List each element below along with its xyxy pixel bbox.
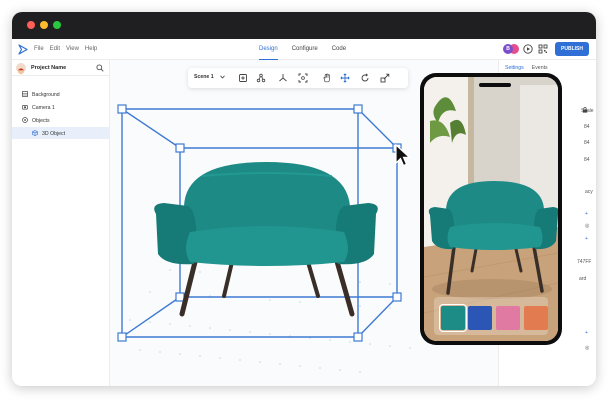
add-icon[interactable]: +: [585, 211, 588, 217]
menu-help[interactable]: Help: [85, 46, 97, 52]
app-toolbar: File Edit View Help Design Configure Cod…: [12, 39, 596, 60]
lock-icon[interactable]: [582, 107, 588, 113]
scene-hierarchy-panel: Project Name Background Camera 1 Objects…: [12, 60, 110, 386]
ar-preview-screen[interactable]: [424, 77, 558, 341]
camera-icon: [22, 105, 28, 110]
add-object-icon[interactable]: [238, 73, 248, 83]
focus-frame-icon[interactable]: [298, 73, 308, 83]
title-bar: [12, 12, 596, 39]
move-tool-icon[interactable]: [340, 73, 350, 83]
background-layer-icon: [22, 91, 28, 97]
project-name[interactable]: Project Name: [31, 65, 66, 71]
ar-room-background: [424, 77, 558, 341]
viewport-toolbar: Scene 1: [188, 68, 408, 88]
visibility-icon[interactable]: ◎: [585, 223, 589, 229]
hierarchy-icon[interactable]: [256, 73, 266, 83]
color-swatch-blue[interactable]: [468, 306, 492, 330]
rotate-tool-icon[interactable]: [360, 73, 370, 83]
tab-configure[interactable]: Configure: [292, 39, 318, 60]
pan-hand-icon[interactable]: [322, 73, 332, 83]
app-logo-icon: [18, 44, 28, 55]
menu-view[interactable]: View: [66, 46, 79, 52]
color-swatch-pink[interactable]: [496, 306, 520, 330]
tree-item-label: Objects: [32, 117, 50, 124]
field-value[interactable]: 84: [584, 157, 590, 163]
color-swatch-teal[interactable]: [439, 304, 467, 332]
main-menu: File Edit View Help: [34, 46, 97, 52]
field-value[interactable]: 84: [584, 124, 590, 130]
qr-code-icon[interactable]: [538, 44, 548, 54]
objects-icon: [22, 117, 28, 123]
project-emoji-icon: [18, 68, 24, 75]
mode-tabs: Design Configure Code: [259, 39, 346, 60]
search-icon[interactable]: [96, 64, 104, 72]
tree-item-3d-object[interactable]: 3D Object: [12, 127, 110, 139]
field-value[interactable]: 84: [584, 140, 590, 146]
add-icon[interactable]: +: [585, 236, 588, 242]
publish-button[interactable]: PUBLISH: [555, 42, 589, 56]
color-swatch-orange[interactable]: [524, 306, 548, 330]
cube-icon: [32, 130, 38, 136]
ar-phone-preview: [420, 73, 562, 345]
play-preview-icon[interactable]: [523, 44, 533, 54]
close-window-button[interactable]: [27, 21, 35, 29]
tab-code[interactable]: Code: [332, 39, 346, 60]
maximize-window-button[interactable]: [53, 21, 61, 29]
tree-item-objects[interactable]: Objects: [12, 114, 110, 126]
tree-item-label: 3D Object: [42, 130, 66, 137]
menu-edit[interactable]: Edit: [50, 46, 60, 52]
scene-selector[interactable]: Scene 1: [194, 74, 214, 80]
menu-file[interactable]: File: [34, 46, 44, 52]
user-avatar[interactable]: B: [503, 44, 513, 54]
tree-item-background[interactable]: Background: [12, 88, 110, 100]
mouse-cursor-icon: [395, 144, 411, 167]
project-avatar: [16, 63, 26, 75]
tab-design[interactable]: Design: [259, 39, 278, 60]
material-label: ard: [579, 276, 587, 282]
visibility-icon[interactable]: ◎: [585, 345, 589, 351]
color-hex-value[interactable]: 747FF: [577, 259, 591, 265]
add-icon[interactable]: +: [585, 330, 588, 336]
project-header: Project Name: [12, 60, 110, 76]
chevron-down-icon[interactable]: [220, 75, 225, 79]
minimize-window-button[interactable]: [40, 21, 48, 29]
scale-tool-icon[interactable]: [380, 73, 390, 83]
axes-icon[interactable]: [278, 73, 288, 83]
tree-item-label: Camera 1: [32, 104, 55, 111]
sofa-3d-object[interactable]: [146, 158, 386, 318]
phone-speaker: [479, 83, 511, 87]
opacity-label: acy: [585, 189, 593, 195]
tree-item-label: Background: [32, 91, 60, 98]
tree-item-camera[interactable]: Camera 1: [12, 101, 110, 113]
